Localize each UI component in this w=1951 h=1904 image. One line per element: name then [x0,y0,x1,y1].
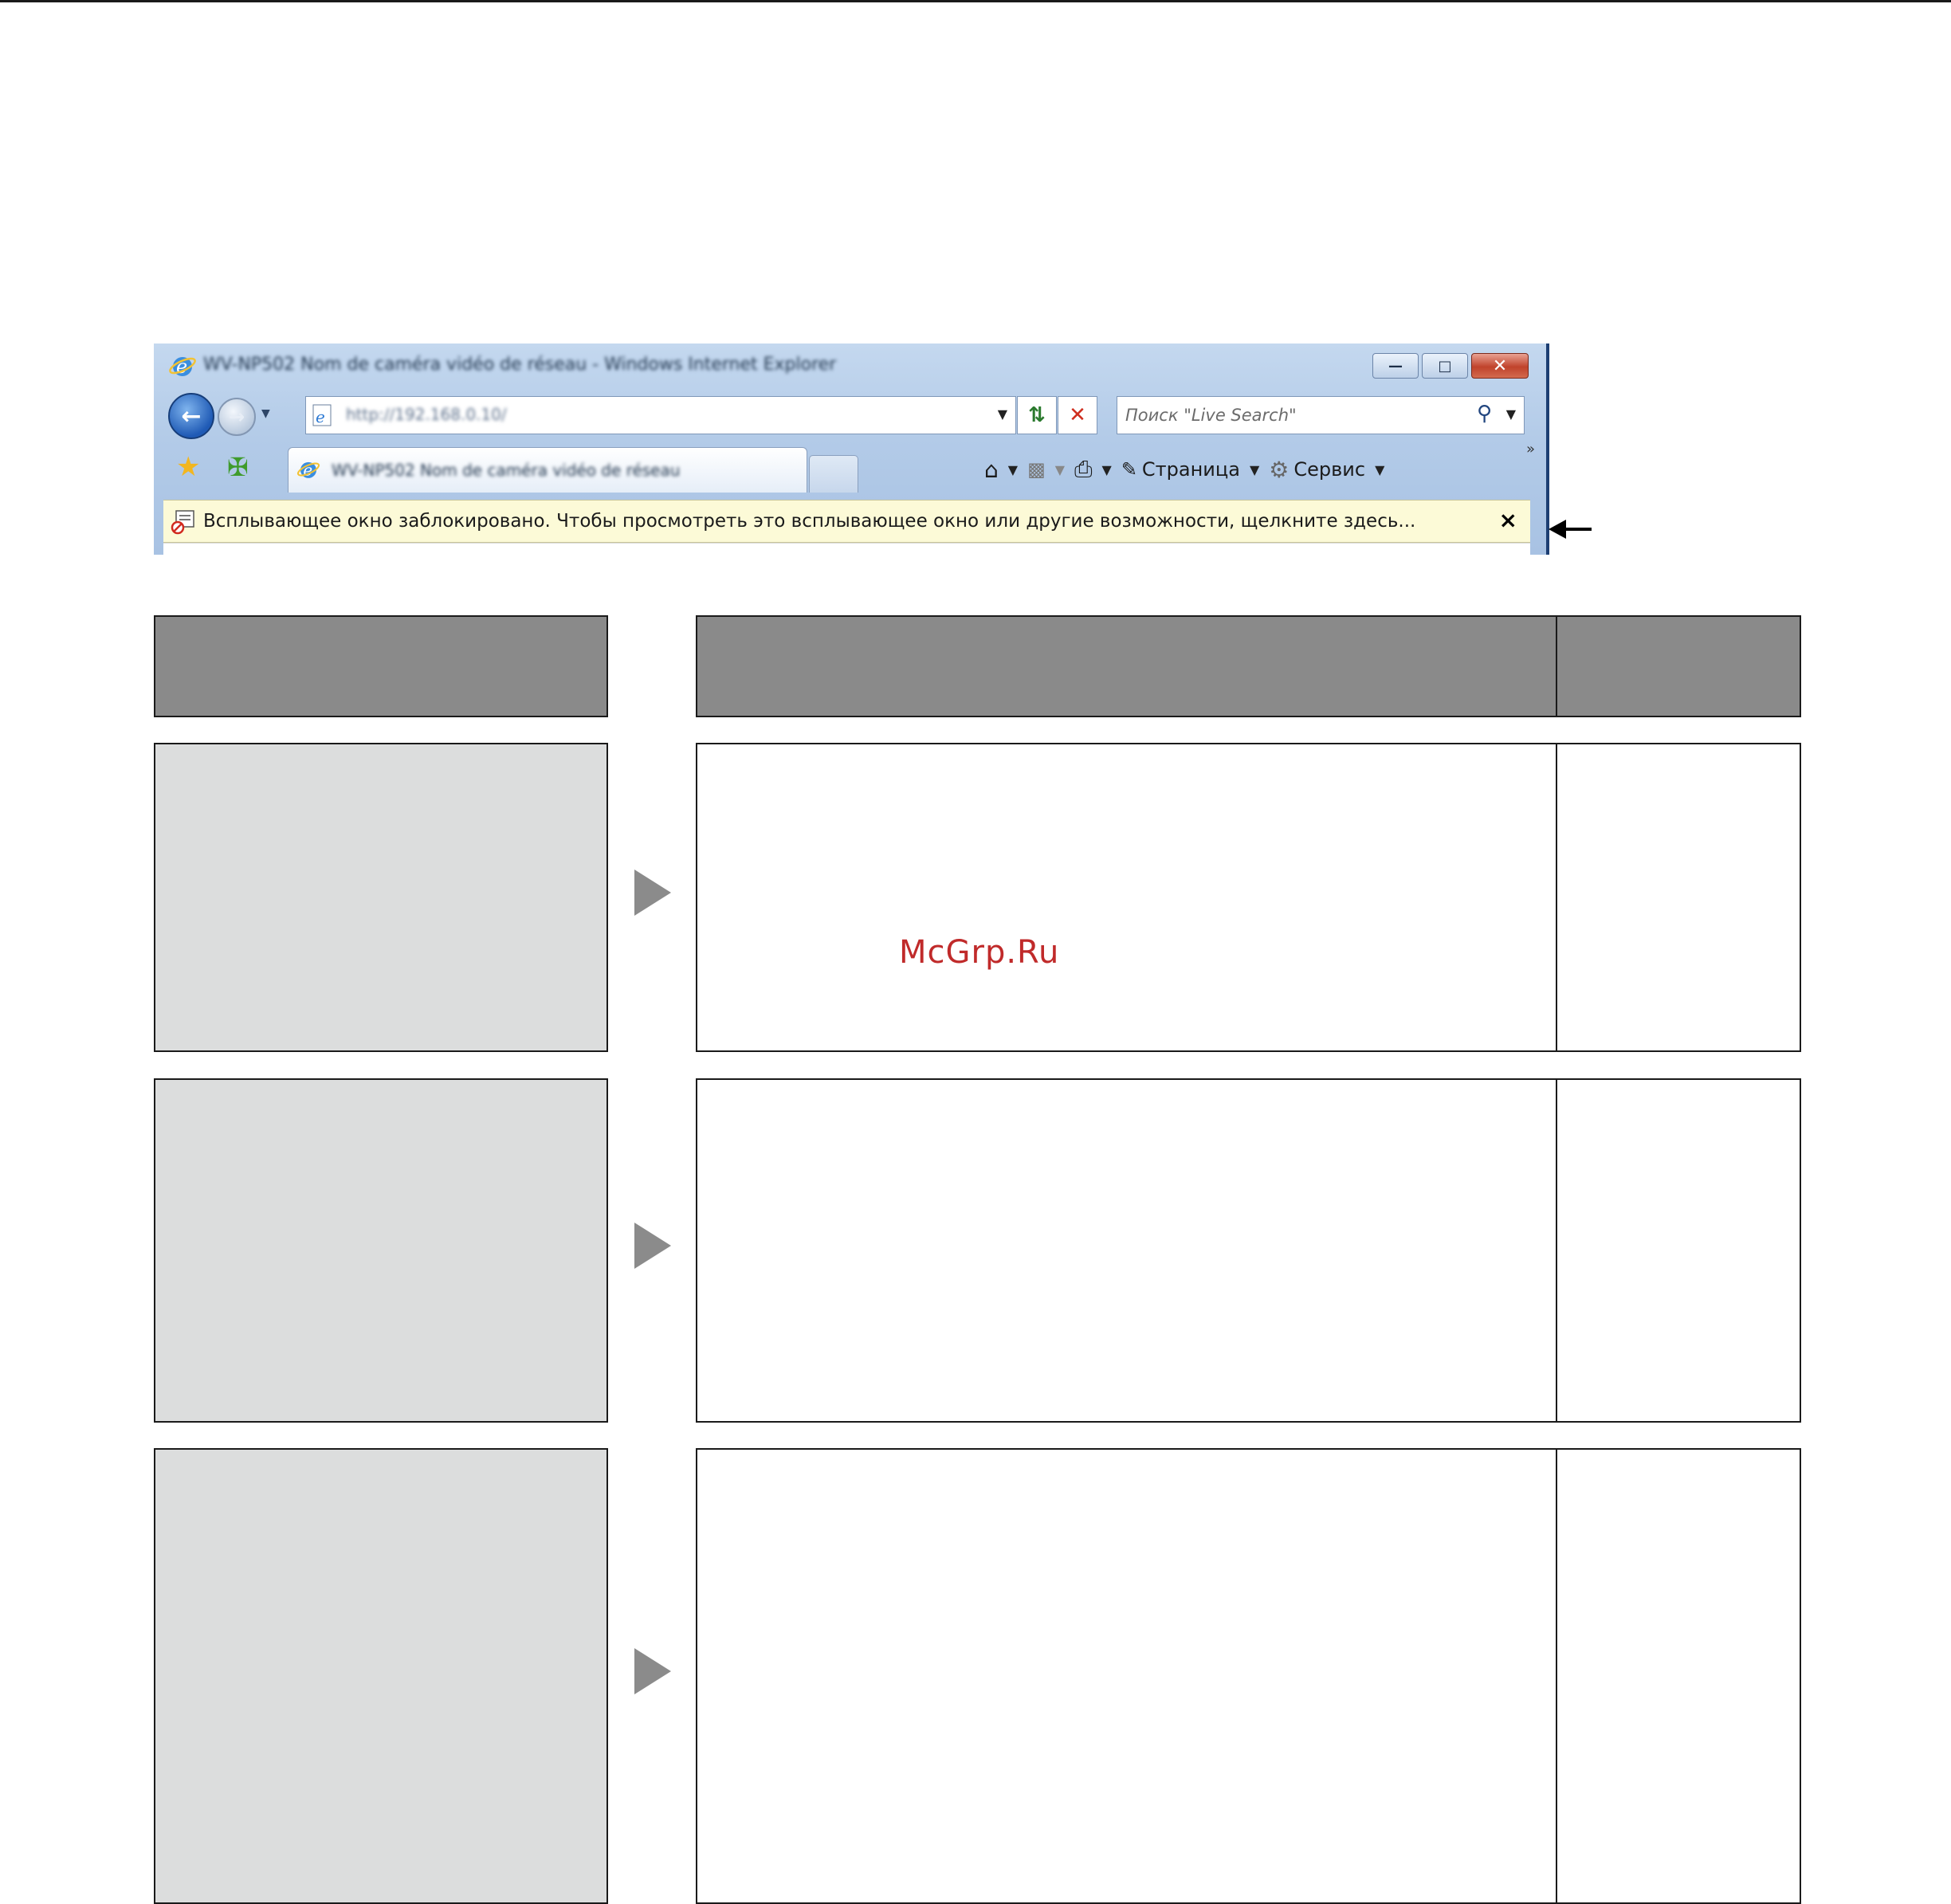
print-dropdown-icon[interactable]: ▼ [1102,462,1112,477]
page-icon: ✎ [1121,458,1137,481]
new-tab-button[interactable] [809,455,858,493]
row2-middle-cell [696,1078,1557,1423]
svg-text:e: e [316,407,325,426]
tools-dropdown-icon[interactable]: ▼ [1375,462,1384,477]
refresh-icon: ⇅ [1028,403,1046,427]
print-icon[interactable]: ⎙ [1074,456,1092,483]
row1-arrow-icon [634,870,671,916]
minimize-button[interactable]: — [1372,353,1419,379]
history-dropdown-icon[interactable]: ▼ [261,407,270,420]
search-dropdown-icon[interactable]: ▼ [1506,406,1516,422]
page-menu[interactable]: Страница [1142,458,1240,481]
popup-blocked-infobar[interactable]: Всплывающее окно заблокировано. Чтобы пр… [163,500,1530,543]
tab-title: WV-NP502 Nom de caméra vidéo de réseau [332,461,681,480]
tools-menu[interactable]: Сервис [1293,458,1365,481]
ie-page-icon: e [312,404,332,426]
row3-arrow-icon [634,1648,671,1694]
address-url: http://192.168.0.10/ [346,405,507,424]
page-content-area [163,543,1530,555]
address-bar[interactable]: e http://192.168.0.10/ ▼ [305,396,1016,434]
row2-left-cell [154,1078,608,1423]
forward-arrow-icon: → [228,406,245,428]
favorites-star-icon[interactable]: ★ [176,453,200,481]
row1-left-cell [154,743,608,1052]
maximize-icon: □ [1438,357,1452,375]
infobar-close-icon[interactable]: × [1499,507,1517,533]
close-window-button[interactable]: ✕ [1471,353,1529,379]
header-right [1556,615,1801,717]
row2-arrow-icon [634,1223,671,1269]
row1-right-cell [1556,743,1801,1052]
header-middle [696,615,1557,717]
row3-right-cell [1556,1448,1801,1904]
address-dropdown-icon[interactable]: ▼ [998,406,1007,422]
close-icon: ✕ [1492,355,1508,376]
more-commands-chevron-icon[interactable]: » [1526,441,1535,457]
navigation-bar: ← → ▼ e http://192.168.0.10/ ▼ ⇅ ✕ Поиск… [154,393,1546,439]
search-box[interactable]: Поиск "Live Search" ⚲ ▼ [1117,396,1525,434]
search-placeholder: Поиск "Live Search" [1125,406,1297,425]
home-dropdown-icon[interactable]: ▼ [1008,462,1018,477]
page-dropdown-icon[interactable]: ▼ [1250,462,1259,477]
back-button[interactable]: ← [168,393,214,439]
ie-logo-icon: e [169,355,196,378]
browser-title-bar: e WV-NP502 Nom de caméra vidéo de réseau… [154,344,1546,393]
row3-left-cell [154,1448,608,1904]
window-title: WV-NP502 Nom de caméra vidéo de réseau -… [203,355,837,375]
maximize-button[interactable]: □ [1422,353,1468,379]
row1-middle-cell [696,743,1557,1052]
ie-logo-icon: e [296,461,320,480]
stop-icon: ✕ [1069,403,1086,427]
pointer-arrow-icon [1549,520,1592,539]
infobar-message: Всплывающее окно заблокировано. Чтобы пр… [203,511,1416,532]
minimize-icon: — [1388,357,1403,375]
watermark: McGrp.Ru [899,934,1060,971]
window-controls: — □ ✕ [1369,353,1529,379]
feed-dropdown-icon[interactable]: ▼ [1055,462,1065,477]
gear-icon: ⚙ [1269,456,1290,483]
row3-middle-cell [696,1448,1557,1904]
popup-blocked-icon [171,510,194,535]
rss-feed-icon[interactable]: ▩ [1027,458,1046,481]
refresh-button[interactable]: ⇅ [1017,396,1057,434]
svg-text:e: e [303,461,312,480]
stop-button[interactable]: ✕ [1058,396,1097,434]
add-favorite-icon[interactable]: ✠ [227,453,249,481]
command-bar: ⌂ ▼ ▩ ▼ ⎙ ▼ ✎ Страница ▼ ⚙ Сервис ▼ [975,453,1384,485]
tab-current[interactable]: e WV-NP502 Nom de caméra vidéo de réseau [288,447,807,493]
row2-right-cell [1556,1078,1801,1423]
browser-screenshot: e WV-NP502 Nom de caméra vidéo de réseau… [154,344,1549,555]
back-arrow-icon: ← [181,402,202,430]
search-icon[interactable]: ⚲ [1477,402,1492,426]
top-rule [0,0,1951,2]
home-icon[interactable]: ⌂ [984,457,999,483]
header-left [154,615,608,717]
tab-bar: ★ ✠ e WV-NP502 Nom de caméra vidéo de ré… [154,441,1546,493]
forward-button[interactable]: → [218,398,256,436]
